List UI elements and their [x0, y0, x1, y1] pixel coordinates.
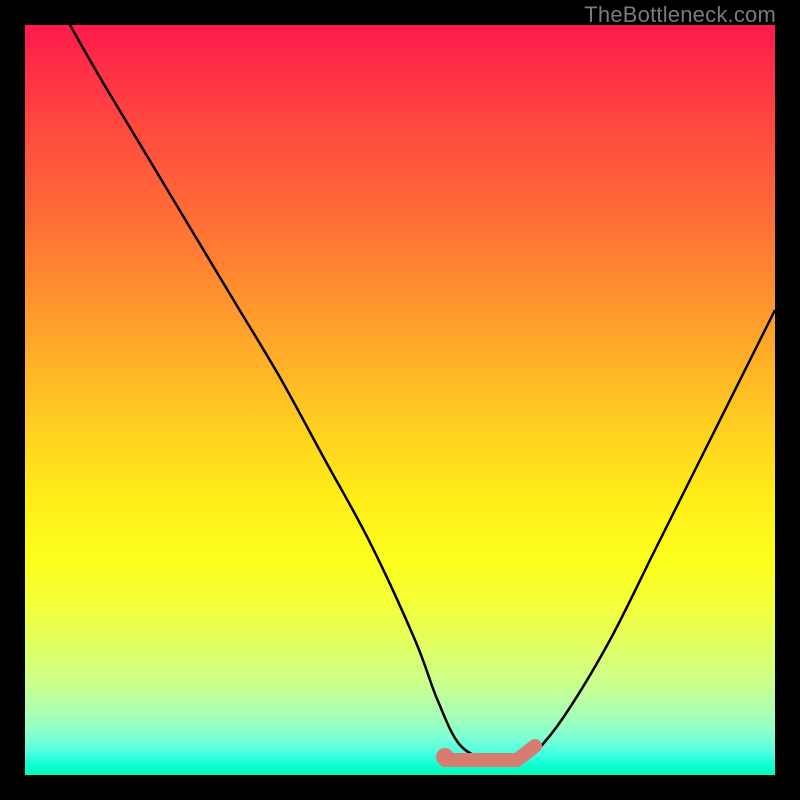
chart-frame: TheBottleneck.com: [0, 0, 800, 800]
chart-plot-area: [25, 25, 775, 775]
optimal-zone-marker: [445, 746, 535, 760]
chart-svg: [25, 25, 775, 775]
bottleneck-curve: [70, 25, 775, 761]
optimal-start-dot: [436, 748, 454, 766]
watermark-text: TheBottleneck.com: [584, 2, 776, 28]
